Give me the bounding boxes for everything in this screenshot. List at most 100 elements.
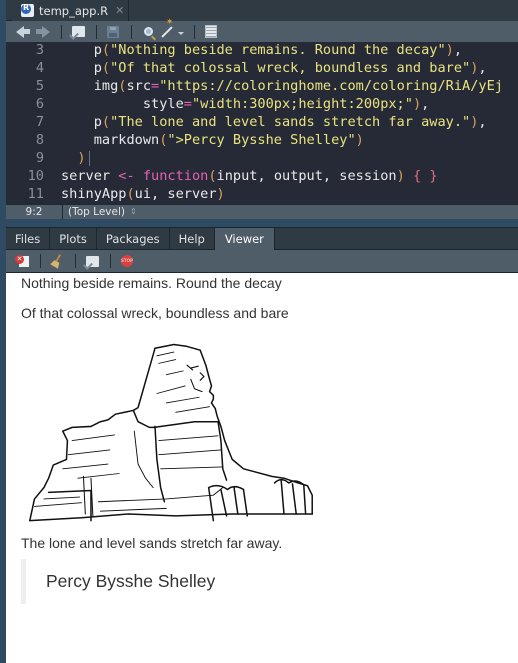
forward-button[interactable] <box>34 24 52 40</box>
save-icon <box>107 25 119 38</box>
tab-plots[interactable]: Plots <box>50 228 97 250</box>
code-line[interactable]: 11 shinyApp(ui, server) <box>6 185 225 203</box>
code-line[interactable]: 6 style="width:300px;height:200px;"), <box>6 95 430 113</box>
arrow-left-icon <box>16 25 24 38</box>
poem-line-2: Of that colossal wreck, boundless and ba… <box>21 305 289 321</box>
blockquote: Percy Bysshe Shelley <box>21 559 501 604</box>
code-token: "Of that colossal wreck, boundless and b… <box>110 60 471 76</box>
tab-packages[interactable]: Packages <box>97 228 170 250</box>
remove-icon: ✕ <box>15 255 29 267</box>
new-window-icon <box>71 26 85 37</box>
line-number: 9 <box>35 150 44 166</box>
text-cursor <box>88 150 90 166</box>
find-replace-button[interactable] <box>139 24 157 40</box>
stop-button[interactable]: STOP <box>118 253 136 269</box>
code-token: { } <box>412 168 438 184</box>
code-token: , <box>453 42 463 58</box>
code-line[interactable]: 10 server <- function(input, output, sess… <box>6 167 438 185</box>
back-button[interactable] <box>14 24 32 40</box>
compile-report-button[interactable] <box>202 24 220 40</box>
code-text: img(src="https://coloringhome.com/colori… <box>61 77 503 95</box>
tab-files[interactable]: Files <box>6 228 51 250</box>
viewer-content: Nothing beside remains. Round the decay … <box>6 273 518 663</box>
toolbar-divider <box>110 254 111 268</box>
tab-help[interactable]: Help <box>170 228 215 250</box>
toolbar-divider <box>40 254 41 268</box>
line-number: 10 <box>27 168 44 184</box>
code-tools-button[interactable] <box>159 24 185 40</box>
line-number: 7 <box>35 114 44 130</box>
code-token: "https://coloringhome.com/coloring/RiA/y… <box>159 78 503 94</box>
code-token: ) <box>355 132 364 148</box>
code-line[interactable]: 3 p("Nothing beside remains. Round the d… <box>6 42 462 59</box>
scope-label: (Top Level) <box>68 206 125 218</box>
code-token: = <box>183 96 192 112</box>
stop-icon: STOP <box>121 255 133 267</box>
show-in-new-window-button[interactable] <box>69 24 87 40</box>
pane-tabs: Files Plots Packages Help Viewer <box>6 227 518 250</box>
scope-selector[interactable]: (Top Level) ⇕ <box>68 205 137 219</box>
code-editor[interactable]: 3 p("Nothing beside remains. Round the d… <box>6 42 518 204</box>
code-text: server <- function(input, output, sessio… <box>61 167 438 185</box>
code-token: ( <box>101 60 111 76</box>
code-line[interactable]: 7 p("The lone and level sands stretch fa… <box>6 113 487 131</box>
line-number: 8 <box>35 132 44 148</box>
close-icon[interactable]: ✕ <box>115 4 124 17</box>
code-token: ) <box>445 42 454 58</box>
line-number: 4 <box>35 60 44 76</box>
file-tab[interactable]: R temp_app.R ✕ <box>12 0 128 21</box>
toolbar-divider <box>131 24 132 39</box>
quote-author: Percy Bysshe Shelley <box>46 571 216 591</box>
code-token: markdown <box>61 132 160 148</box>
code-line[interactable]: 8 markdown(">Percy Bysshe Shelley") <box>6 131 364 149</box>
remove-viewer-button[interactable]: ✕ <box>13 253 31 269</box>
line-number: 6 <box>35 96 44 112</box>
code-token: ) <box>412 96 422 112</box>
code-line[interactable]: 9 ) <box>6 149 90 167</box>
tab-bar-empty-area <box>128 0 518 21</box>
source-pane: R temp_app.R ✕ 3 <box>6 0 518 220</box>
poem-line-3: The lone and level sands stretch far awa… <box>21 535 283 551</box>
line-number: 5 <box>35 78 44 94</box>
code-text: p("Of that colossal wreck, boundless and… <box>61 59 487 77</box>
file-tab-name: temp_app.R <box>39 3 109 18</box>
code-token: src <box>126 78 152 94</box>
r-file-icon: R <box>21 3 34 17</box>
line-number: 3 <box>35 42 44 58</box>
code-token: p <box>61 114 102 130</box>
viewer-new-window-button[interactable] <box>83 253 101 269</box>
magic-wand-icon <box>161 25 173 38</box>
chevron-down-icon <box>178 31 184 35</box>
search-icon <box>143 27 153 36</box>
code-token: style <box>61 96 184 112</box>
poem-line-1: Nothing beside remains. Round the decay <box>21 275 282 291</box>
notebook-icon <box>205 25 217 38</box>
source-tab-bar: R temp_app.R ✕ <box>6 0 518 21</box>
code-token: , <box>478 60 487 76</box>
broom-icon <box>50 254 64 268</box>
code-line[interactable]: 5 img(src="https://coloringhome.com/colo… <box>6 77 503 95</box>
code-token: function <box>142 168 209 184</box>
code-token: input, output, session <box>216 168 397 184</box>
toolbar-divider <box>75 254 76 268</box>
clear-all-button[interactable] <box>48 253 66 269</box>
code-token: ) <box>396 168 405 184</box>
cursor-position: 9:2 <box>6 205 63 219</box>
code-token: ui, server <box>134 186 217 202</box>
code-token: ( <box>101 42 111 58</box>
toolbar-divider <box>194 24 195 39</box>
tab-viewer[interactable]: Viewer <box>214 228 275 250</box>
code-token: ">Percy Bysshe Shelley" <box>167 132 356 148</box>
code-token: , <box>421 96 430 112</box>
code-text: style="width:300px;height:200px;"), <box>61 95 429 113</box>
code-text: p("Nothing beside remains. Round the dec… <box>61 42 462 59</box>
code-token: ( <box>208 168 217 184</box>
code-line[interactable]: 4 p("Of that colossal wreck, boundless a… <box>6 59 487 77</box>
code-token: , <box>478 114 487 130</box>
code-token: p <box>61 60 102 76</box>
toolbar-divider <box>61 24 62 39</box>
code-token: ) <box>61 150 86 166</box>
save-button[interactable] <box>104 24 122 40</box>
code-text: ) <box>61 149 90 167</box>
